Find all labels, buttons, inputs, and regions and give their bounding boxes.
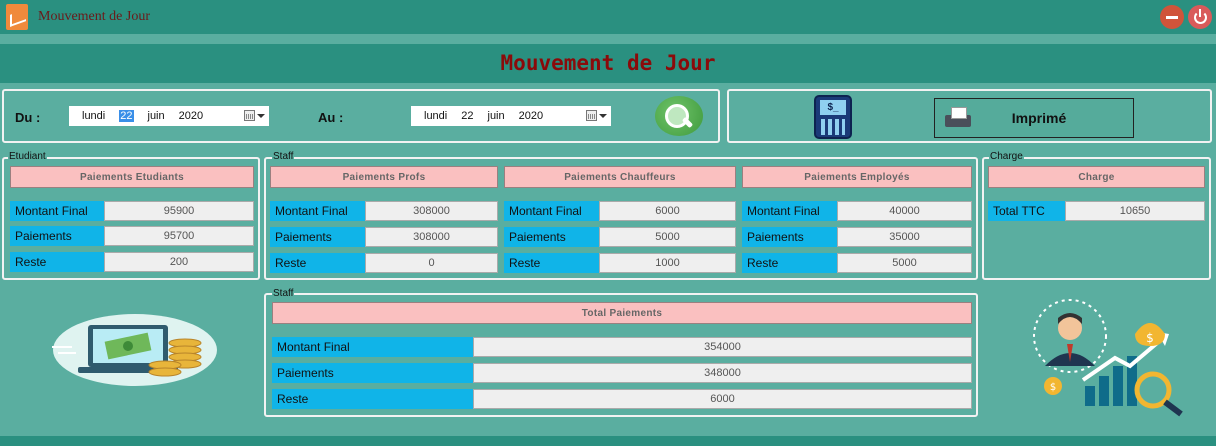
window-title: Mouvement de Jour: [38, 9, 150, 24]
chauffeurs-montant-final-value: 6000: [599, 201, 736, 221]
total-ttc-label: Total TTC: [988, 201, 1066, 221]
employes-montant-final-label: Montant Final: [742, 201, 838, 221]
from-day[interactable]: 22: [119, 110, 134, 122]
total-reste-value: 6000: [473, 389, 972, 409]
employes-reste-label: Reste: [742, 253, 838, 273]
total-ttc-value: 10650: [1065, 201, 1205, 221]
page-title: Mouvement de Jour: [500, 51, 716, 75]
paiements-etudiants-header: Paiements Etudiants: [10, 166, 254, 188]
chevron-down-icon[interactable]: [599, 114, 607, 118]
charge-group-label: Charge: [989, 151, 1024, 162]
from-date-picker[interactable]: lundi 22 juin 2020: [69, 106, 269, 126]
chauffeurs-paiements-value: 5000: [599, 227, 736, 247]
from-weekday: lundi: [82, 110, 106, 122]
employes-montant-final-value: 40000: [837, 201, 972, 221]
from-label: Du :: [15, 110, 41, 125]
print-button[interactable]: Imprimé: [934, 98, 1134, 138]
etudiant-reste-value: 200: [104, 252, 254, 272]
app-icon: [6, 4, 28, 30]
chevron-down-icon[interactable]: [257, 114, 265, 118]
to-day[interactable]: 22: [461, 110, 473, 122]
calculator-icon[interactable]: [814, 95, 852, 139]
to-year: 2020: [518, 110, 544, 122]
total-montant-final-label: Montant Final: [272, 337, 474, 357]
staff-group-label: Staff: [272, 151, 295, 162]
search-icon[interactable]: [655, 96, 703, 136]
profs-montant-final-label: Montant Final: [270, 201, 366, 221]
power-close-button[interactable]: [1188, 5, 1212, 29]
to-month: juin: [487, 110, 505, 122]
etudiant-reste-label: Reste: [10, 252, 105, 272]
footer-strip: [0, 436, 1216, 446]
paiements-employes-header: Paiements Employés: [742, 166, 972, 188]
profs-montant-final-value: 308000: [365, 201, 498, 221]
minimize-button[interactable]: [1160, 5, 1184, 29]
total-montant-final-value: 354000: [473, 337, 972, 357]
employes-paiements-label: Paiements: [742, 227, 838, 247]
business-growth-illustration: $ $: [1033, 299, 1183, 417]
total-reste-label: Reste: [272, 389, 474, 409]
profs-reste-value: 0: [365, 253, 498, 273]
total-group-label: Staff: [272, 288, 295, 299]
etudiant-paiements-value: 95700: [104, 226, 254, 246]
etudiant-paiements-label: Paiements: [10, 226, 105, 246]
calendar-icon[interactable]: [244, 110, 255, 121]
chauffeurs-paiements-label: Paiements: [504, 227, 600, 247]
employes-paiements-value: 35000: [837, 227, 972, 247]
from-month: juin: [147, 110, 165, 122]
title-bar: [0, 0, 1216, 34]
chauffeurs-montant-final-label: Montant Final: [504, 201, 600, 221]
total-paiements-label: Paiements: [272, 363, 474, 383]
printer-icon: [945, 107, 971, 129]
print-label: Imprimé: [1011, 110, 1067, 126]
to-label: Au :: [318, 110, 344, 125]
employes-reste-value: 5000: [837, 253, 972, 273]
total-paiements-value: 348000: [473, 363, 972, 383]
profs-reste-label: Reste: [270, 253, 366, 273]
etudiant-group-label: Etudiant: [8, 151, 47, 162]
charge-header: Charge: [988, 166, 1205, 188]
profs-paiements-value: 308000: [365, 227, 498, 247]
total-paiements-header: Total Paiements: [272, 302, 972, 324]
profs-paiements-label: Paiements: [270, 227, 366, 247]
laptop-money-illustration: [52, 314, 217, 386]
etudiant-montant-final-value: 95900: [104, 201, 254, 221]
paiements-chauffeurs-header: Paiements Chauffeurs: [504, 166, 736, 188]
calendar-icon[interactable]: [586, 110, 597, 121]
svg-text:$: $: [1050, 382, 1056, 393]
chauffeurs-reste-label: Reste: [504, 253, 600, 273]
to-date-picker[interactable]: lundi 22 juin 2020: [411, 106, 611, 126]
paiements-profs-header: Paiements Profs: [270, 166, 498, 188]
svg-text:$: $: [1146, 331, 1154, 345]
etudiant-montant-final-label: Montant Final: [10, 201, 105, 221]
from-year: 2020: [178, 110, 204, 122]
to-weekday: lundi: [424, 110, 448, 122]
chauffeurs-reste-value: 1000: [599, 253, 736, 273]
